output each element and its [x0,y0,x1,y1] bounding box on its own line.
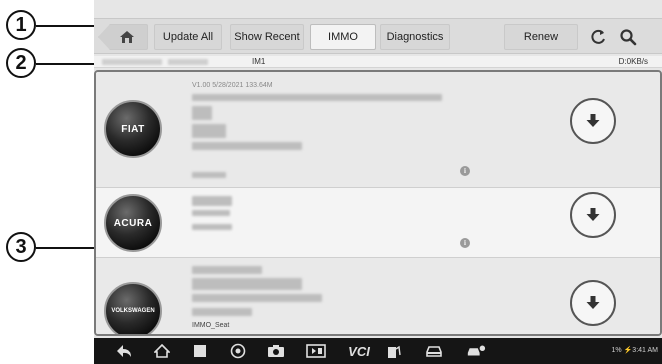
screen-record-button[interactable] [306,342,326,360]
back-icon [117,345,131,357]
redacted-text [192,196,232,206]
brand-label: FIAT [121,123,145,135]
redacted-text [192,172,226,178]
recents-icon [194,345,206,357]
download-status-bar: IM1 D:0KB/s [94,56,662,68]
brand-label: ACURA [113,217,153,229]
acura-logo: ACURA [104,194,162,252]
list-item[interactable]: ACURA i [96,188,660,258]
browser-button[interactable] [228,342,248,360]
software-list[interactable]: FIAT V1.00 5/28/2021 133.64M i ACURA i V… [94,70,662,336]
back-button[interactable] [114,342,134,360]
system-status: 1% ⚡3:41 AM [611,347,658,354]
list-item[interactable]: VOLKSWAGEN IMMO_Seat [96,258,660,334]
vci-button[interactable]: VCI [344,342,374,360]
callout-2: 2 [6,48,36,78]
diagnostics-tab[interactable]: Diagnostics [380,24,450,50]
home-icon [154,344,170,358]
redacted-text [192,106,212,120]
search-icon [620,29,637,46]
callout-1-leader [36,25,96,27]
android-nav-bar: VCI 1% ⚡3:41 AM [94,338,662,364]
refresh-button[interactable] [586,25,610,49]
screen-record-icon [306,344,326,358]
callout-1: 1 [6,10,36,40]
redacted-text [192,124,226,138]
volkswagen-logo: VOLKSWAGEN [104,282,162,334]
redacted-text [192,266,262,274]
info-icon[interactable]: i [460,166,470,176]
top-toolbar: Update All Show Recent IMMO Diagnostics … [94,18,662,54]
renew-button[interactable]: Renew [504,24,578,50]
redacted-text [192,94,442,101]
redacted-text [168,59,208,65]
refresh-icon [591,29,605,44]
info-icon[interactable]: i [460,238,470,248]
tablet-screen: Update All Show Recent IMMO Diagnostics … [94,0,662,364]
redacted-text [192,142,302,150]
recents-button[interactable] [190,342,210,360]
redacted-text [192,278,302,290]
status-name: IM1 [252,57,266,66]
update-all-button[interactable]: Update All [154,24,222,50]
callout-3: 3 [6,232,36,262]
camera-icon [268,345,284,357]
car-button[interactable] [424,342,444,360]
screenshot-figure: 1 2 3 Update All Show Recent IMMO Diagno… [0,0,662,364]
redacted-text [192,210,230,216]
fuel-button[interactable] [384,342,404,360]
download-button[interactable] [570,192,616,238]
callout-3-leader [36,247,96,249]
home-button[interactable] [98,24,148,50]
camera-button[interactable] [266,342,286,360]
immo-tab[interactable]: IMMO [310,24,376,50]
download-speed: D:0KB/s [618,57,648,66]
download-button[interactable] [570,280,616,326]
home-icon [120,31,134,43]
brand-label: VOLKSWAGEN [111,308,155,314]
download-button[interactable] [570,98,616,144]
redacted-text [102,59,162,65]
redacted-text [192,308,252,316]
redacted-text [192,224,232,230]
software-name: IMMO_Seat [192,322,230,329]
search-button[interactable] [616,25,640,49]
car-settings-icon [467,345,486,356]
download-icon [586,208,600,221]
show-recent-button[interactable]: Show Recent [230,24,304,50]
home-nav-button[interactable] [152,342,172,360]
fiat-logo: FIAT [104,100,162,158]
vci-icon: VCI [348,343,370,359]
car-settings-button[interactable] [466,342,486,360]
version-info: V1.00 5/28/2021 133.64M [192,82,273,89]
download-icon [586,296,600,309]
callout-2-leader [36,63,96,65]
browser-icon [230,343,246,359]
download-icon [586,114,600,127]
list-item[interactable]: FIAT V1.00 5/28/2021 133.64M i [96,72,660,188]
fuel-icon [388,345,401,358]
redacted-text [192,294,322,302]
car-icon [426,346,442,357]
